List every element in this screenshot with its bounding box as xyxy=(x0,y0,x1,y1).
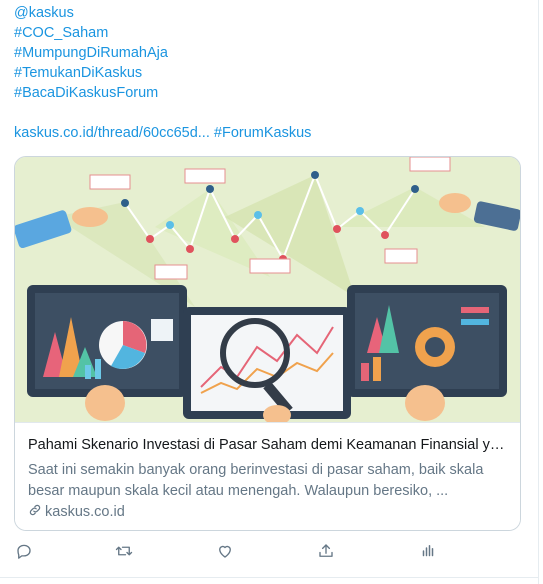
tweet-body: @kaskus #COC_Saham #MumpungDiRumahAja #T… xyxy=(14,3,524,143)
analytics-icon[interactable] xyxy=(417,540,439,562)
line-spacer xyxy=(14,103,524,123)
illustration-graphic xyxy=(15,157,520,422)
card-body[interactable]: Pahami Skenario Investasi di Pasar Saham… xyxy=(15,422,520,530)
hashtag-coc-saham[interactable]: #COC_Saham xyxy=(14,23,524,43)
hashtag-baca-di-kaskus-forum[interactable]: #BacaDiKaskusForum xyxy=(14,83,524,103)
divider-horizontal xyxy=(0,577,539,578)
card-domain-text: kaskus.co.id xyxy=(45,504,125,520)
reply-icon[interactable] xyxy=(13,540,35,562)
stock-market-illustration[interactable] xyxy=(15,157,520,422)
hashtag-temukan-di-kaskus[interactable]: #TemukanDiKaskus xyxy=(14,63,524,83)
like-icon[interactable] xyxy=(214,540,236,562)
card-title: Pahami Skenario Investasi di Pasar Saham… xyxy=(28,437,508,453)
retweet-icon[interactable] xyxy=(113,540,135,562)
link-preview-card[interactable]: Pahami Skenario Investasi di Pasar Saham… xyxy=(14,156,521,531)
divider-vertical xyxy=(538,0,539,584)
link-line: kaskus.co.id/thread/60cc65d... #ForumKas… xyxy=(14,123,524,143)
share-icon[interactable] xyxy=(315,540,337,562)
thread-link[interactable]: kaskus.co.id/thread/60cc65d... xyxy=(14,125,210,141)
hashtag-mumpung-di-rumah-aja[interactable]: #MumpungDiRumahAja xyxy=(14,43,524,63)
mention-kaskus[interactable]: @kaskus xyxy=(14,3,524,23)
card-domain: kaskus.co.id xyxy=(28,503,125,521)
tweet-actions xyxy=(0,540,539,566)
card-description: Saat ini semakin banyak orang berinvesta… xyxy=(28,462,484,499)
hashtag-forum-kaskus[interactable]: #ForumKaskus xyxy=(214,125,312,141)
link-icon xyxy=(28,503,42,521)
